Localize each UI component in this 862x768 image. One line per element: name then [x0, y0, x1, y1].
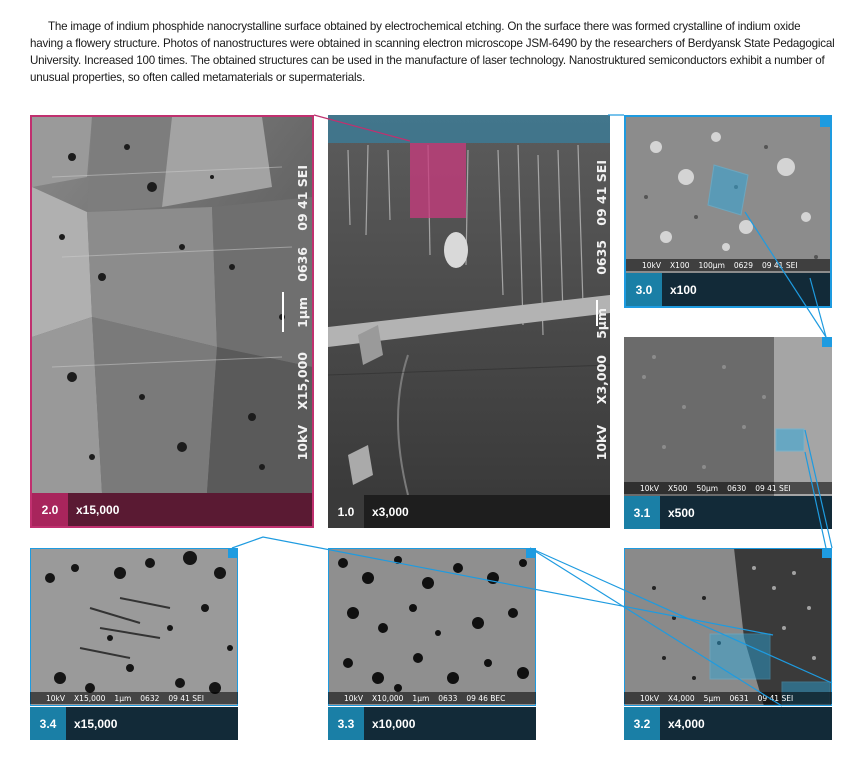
sem-image-x100-flowery — [626, 117, 830, 273]
sem-scale-label: 5μm — [594, 308, 609, 339]
sem-image-x3000-etched — [328, 115, 610, 495]
sem-frame: 0629 — [733, 260, 753, 270]
sem-frame: 0631 — [729, 693, 749, 703]
sem-image-x15000-pits — [30, 548, 238, 706]
corner-marker — [526, 548, 536, 558]
panel-number: 3.1 — [624, 496, 660, 529]
panel-number: 2.0 — [32, 493, 68, 526]
sem-voltage: 10kV — [46, 693, 66, 703]
sem-time: 09 41 SEI — [761, 260, 798, 270]
sem-image-x500 — [624, 337, 832, 496]
sem-frame: 0633 — [438, 693, 458, 703]
panel-caption: 1.0 x3,000 — [328, 495, 610, 528]
panel-magnification: x15,000 — [74, 716, 118, 731]
panel-number: 3.4 — [30, 707, 66, 740]
sem-voltage: 10kV — [642, 260, 662, 270]
sem-magnification: X500 — [668, 483, 688, 493]
sem-image-x4000 — [624, 548, 832, 706]
sem-time: 09 46 BEC — [466, 693, 506, 703]
panel-magnification: x10,000 — [372, 716, 416, 731]
sem-frame-number: 0635 — [594, 240, 609, 275]
panel-3-2: 10kV X4,000 5μm 0631 09 41 SEI 3.2 x4,00… — [624, 548, 832, 740]
sem-frame: 0632 — [140, 693, 160, 703]
sem-voltage: 10kV — [640, 483, 660, 493]
sem-image-x10000-pits — [328, 548, 536, 706]
sem-magnification: X10,000 — [372, 693, 404, 703]
panel-caption: 3.1 x500 — [624, 496, 832, 529]
panel-number: 3.3 — [328, 707, 364, 740]
panel-number: 3.2 — [624, 707, 660, 740]
sem-time-label: 09 41 SEI — [295, 165, 310, 231]
sem-magnification-label: X15,000 — [295, 352, 310, 410]
sem-scale-label: 1μm — [295, 297, 310, 328]
sem-voltage-label: 10kV — [295, 425, 310, 461]
sem-data-bar: 10kV X15,000 1μm 0632 09 41 SEI — [30, 692, 238, 704]
panel-number: 1.0 — [328, 495, 364, 528]
panel-magnification: x4,000 — [668, 716, 705, 731]
panel-caption: 3.4 x15,000 — [30, 707, 238, 740]
sem-time: 09 41 SEI — [757, 693, 794, 703]
sem-magnification-label: X3,000 — [594, 355, 609, 405]
sem-magnification: X4,000 — [668, 693, 695, 703]
sem-image-x15000-etched — [32, 117, 312, 493]
sem-voltage: 10kV — [640, 693, 660, 703]
panel-3-4: 10kV X15,000 1μm 0632 09 41 SEI 3.4 x15,… — [30, 548, 238, 740]
panel-magnification: x3,000 — [372, 504, 409, 519]
corner-marker — [820, 117, 830, 127]
sem-voltage-label: 10kV — [594, 425, 609, 461]
panel-3-3: 10kV X10,000 1μm 0633 09 46 BEC 3.3 x10,… — [328, 548, 536, 740]
sem-scale: 5μm — [703, 693, 721, 703]
panel-caption: 3.3 x10,000 — [328, 707, 536, 740]
sem-voltage: 10kV — [344, 693, 364, 703]
panel-1-0: 09 41 SEI 0635 5μm X3,000 10kV 1.0 x3,00… — [328, 115, 610, 528]
sem-data-bar: 10kV X4,000 5μm 0631 09 41 SEI — [624, 692, 832, 704]
panel-magnification: x100 — [670, 282, 697, 297]
sem-scale: 100μm — [698, 260, 725, 270]
sem-data-bar: 10kV X500 50μm 0630 09 41 SEI — [624, 482, 832, 494]
panel-caption: 3.2 x4,000 — [624, 707, 832, 740]
sem-magnification: X15,000 — [74, 693, 106, 703]
panel-magnification: x500 — [668, 505, 695, 520]
panel-2-0: 09 41 SEI 0636 1μm X15,000 10kV 2.0 x15,… — [30, 115, 314, 528]
corner-marker — [228, 548, 238, 558]
sem-data-bar: 10kV X100 100μm 0629 09 41 SEI — [626, 259, 830, 271]
corner-marker — [822, 337, 832, 347]
sem-magnification: X100 — [670, 260, 690, 270]
panel-number: 3.0 — [626, 273, 662, 306]
description-text: The image of indium phosphide nanocrysta… — [30, 20, 835, 84]
panel-caption: 2.0 x15,000 — [32, 493, 312, 526]
sem-frame-number: 0636 — [295, 247, 310, 282]
sem-frame: 0630 — [727, 483, 747, 493]
panel-3-0: 10kV X100 100μm 0629 09 41 SEI 3.0 x100 — [624, 115, 832, 308]
panel-3-1: 10kV X500 50μm 0630 09 41 SEI 3.1 x500 — [624, 337, 832, 529]
sem-time: 09 41 SEI — [755, 483, 791, 493]
sem-time-label: 09 41 SEI — [594, 160, 609, 226]
sem-time: 09 41 SEI — [168, 693, 204, 703]
panel-caption: 3.0 x100 — [626, 273, 830, 306]
sem-data-bar: 10kV X10,000 1μm 0633 09 46 BEC — [328, 692, 536, 704]
panel-magnification: x15,000 — [76, 502, 120, 517]
corner-marker — [822, 548, 832, 558]
sem-scale: 1μm — [412, 693, 430, 703]
sem-scale: 50μm — [696, 483, 719, 493]
sem-scale: 1μm — [114, 693, 132, 703]
